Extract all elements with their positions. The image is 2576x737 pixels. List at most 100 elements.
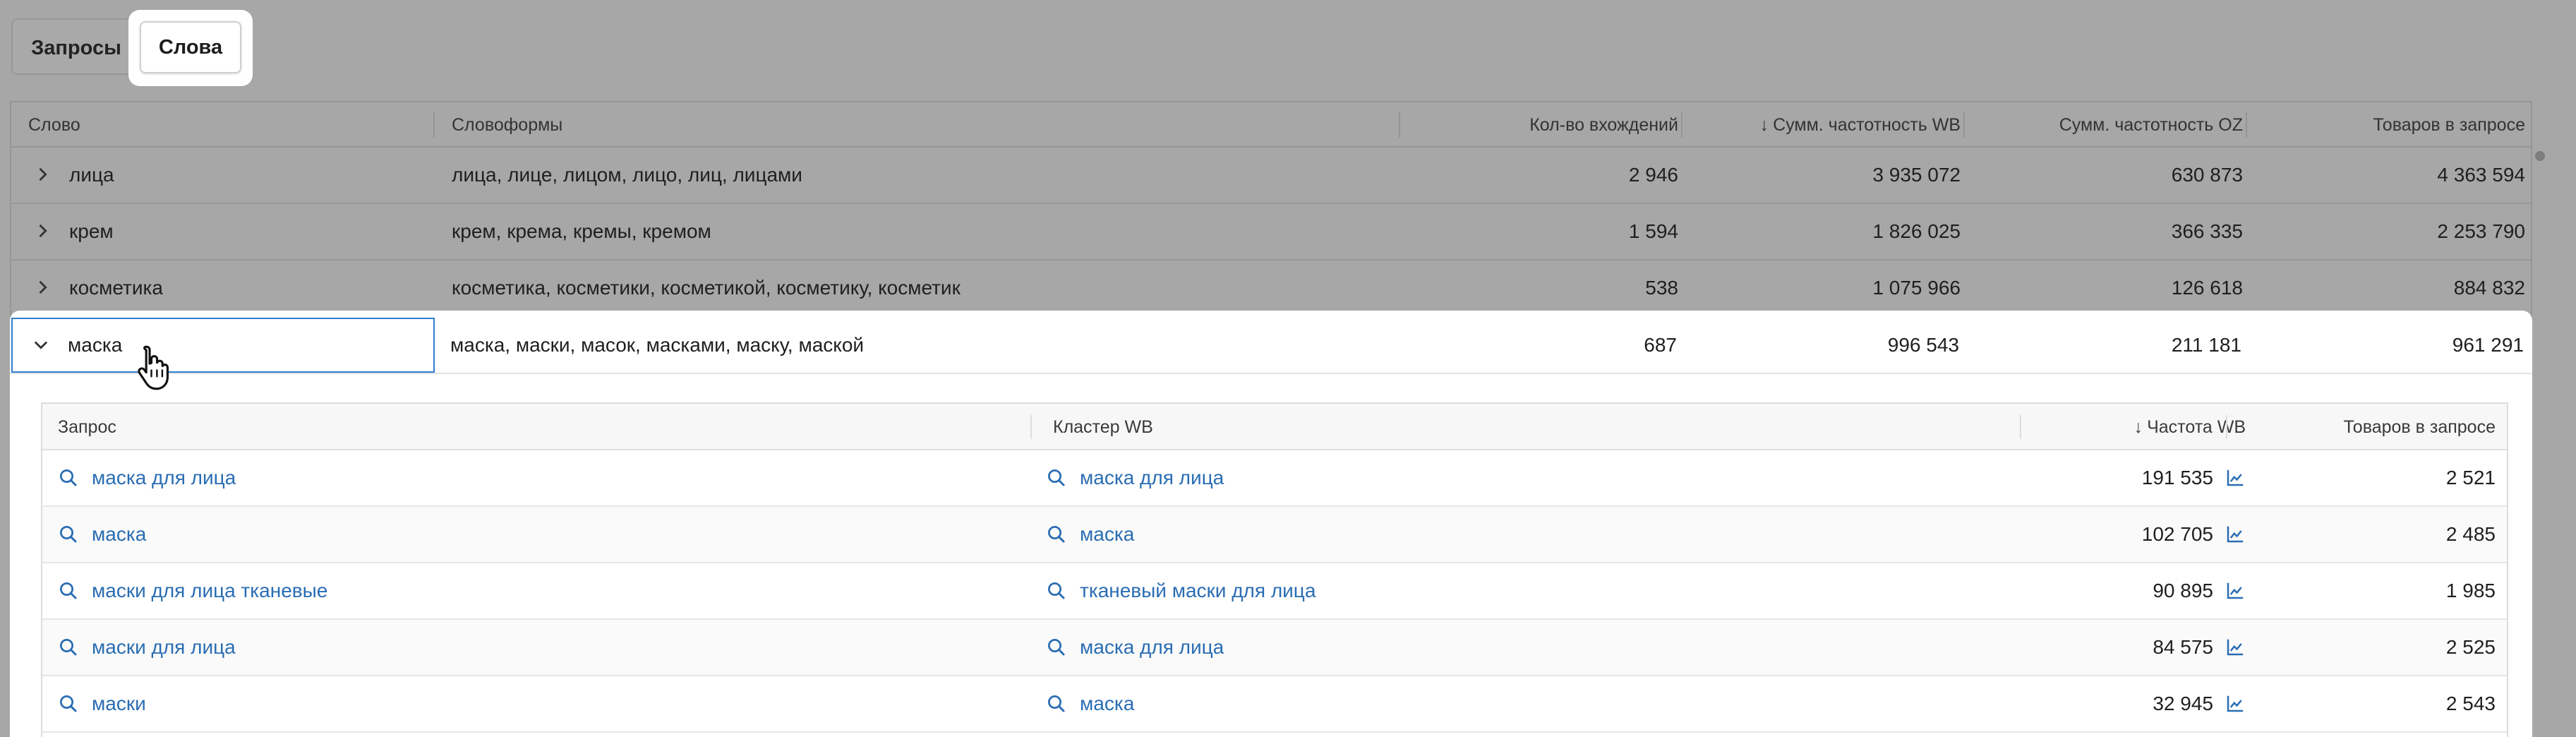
hand-cursor-icon bbox=[138, 345, 169, 390]
sort-arrow-icon: ↓ bbox=[2133, 417, 2143, 437]
col-divider[interactable] bbox=[2226, 415, 2227, 439]
query-link[interactable]: маски для лица bbox=[58, 620, 236, 675]
tab-words[interactable]: Слова bbox=[140, 21, 241, 73]
cluster-text: тканевый маски для лица bbox=[1080, 580, 1316, 601]
query-text: маска для лица bbox=[92, 467, 236, 489]
search-icon bbox=[1048, 695, 1065, 712]
col-word-label: Слово bbox=[28, 114, 80, 135]
freq-wb-value: 191 535 bbox=[2141, 467, 2213, 489]
col-goods-in-query[interactable]: Товаров в запросе bbox=[2249, 102, 2525, 148]
cluster-text: маска bbox=[1080, 693, 1135, 714]
sort-arrow-icon: ↓ bbox=[1759, 114, 1769, 135]
goods-cell: 1 985 bbox=[2445, 580, 2496, 601]
cluster-text: маска для лица bbox=[1080, 636, 1224, 658]
freq-wb-value: 90 895 bbox=[2153, 580, 2213, 601]
freq-wb-cell: 90 895 bbox=[2026, 563, 2246, 618]
col-query-label: Запрос bbox=[58, 417, 116, 437]
sum-freq-wb-cell: 996 543 bbox=[1887, 334, 1959, 356]
wordforms-cell: маска, маски, масок, масками, маску, мас… bbox=[450, 334, 865, 356]
cluster-text: маска bbox=[1080, 523, 1135, 545]
cluster-text: маска для лица bbox=[1080, 467, 1224, 489]
search-icon bbox=[1048, 582, 1065, 599]
wordforms-cell: крем, крема, кремы, кремом bbox=[452, 220, 711, 242]
col-cluster-label: Кластер WB bbox=[1053, 417, 1153, 437]
col-cluster[interactable]: Кластер WB bbox=[1053, 404, 1153, 450]
chevron-right-icon[interactable] bbox=[32, 164, 52, 184]
col-divider[interactable] bbox=[433, 112, 435, 138]
sum-freq-wb-cell: 1 075 966 bbox=[1872, 277, 1961, 299]
cluster-link[interactable]: маска bbox=[1046, 676, 1134, 731]
word-row[interactable]: крем крем, крема, кремы, кремом 1 594 1 … bbox=[11, 204, 2531, 260]
query-row: маска маска 102 705 2 485 bbox=[42, 507, 2507, 563]
search-icon bbox=[60, 695, 77, 712]
col-word[interactable]: Слово bbox=[28, 102, 423, 148]
sum-freq-oz-cell: 126 618 bbox=[2171, 277, 2243, 299]
query-text: маска bbox=[92, 523, 147, 545]
freq-wb-cell: 102 705 bbox=[2026, 507, 2246, 562]
query-link[interactable]: маски bbox=[58, 676, 146, 731]
goods-cell: 2 525 bbox=[2445, 636, 2496, 658]
sum-freq-oz-cell: 211 181 bbox=[2171, 334, 2241, 356]
search-icon bbox=[60, 582, 77, 599]
word-row-expanded[interactable]: маска маска, маски, масок, масками, маск… bbox=[10, 311, 2532, 374]
col-sum-freq-oz[interactable]: Сумм. частотность OZ bbox=[1966, 102, 2243, 148]
queries-table-header: Запрос Кластер WB ↓ Частота WB Товаров в… bbox=[42, 404, 2507, 450]
sum-freq-oz-cell: 630 873 bbox=[2171, 164, 2243, 186]
col-divider[interactable] bbox=[2020, 415, 2021, 439]
col-occurrences-label: Кол-во вхождений bbox=[1529, 114, 1678, 135]
cluster-link[interactable]: тканевый маски для лица bbox=[1046, 563, 1316, 618]
col-divider[interactable] bbox=[1963, 112, 1965, 138]
query-link[interactable]: маска для лица bbox=[58, 450, 236, 505]
word-row[interactable]: косметика косметика, косметики, косметик… bbox=[11, 260, 2531, 317]
search-icon bbox=[1048, 526, 1065, 543]
query-text: маски для лица тканевые bbox=[92, 580, 328, 601]
occurrences-cell: 2 946 bbox=[1628, 164, 1678, 186]
cluster-link[interactable]: маска bbox=[1046, 507, 1134, 562]
freq-wb-cell: 84 575 bbox=[2026, 620, 2246, 675]
scrollbar-thumb[interactable] bbox=[2535, 151, 2545, 161]
sum-freq-oz-cell: 366 335 bbox=[2171, 220, 2243, 242]
goods-cell: 961 291 bbox=[2452, 334, 2524, 356]
queries-table: Запрос Кластер WB ↓ Частота WB Товаров в… bbox=[41, 402, 2508, 737]
col-divider[interactable] bbox=[1681, 112, 1683, 138]
chevron-right-icon[interactable] bbox=[32, 277, 52, 297]
freq-wb-cell: 191 535 bbox=[2026, 450, 2246, 505]
chevron-down-icon[interactable] bbox=[31, 335, 51, 354]
query-link[interactable]: маска bbox=[58, 507, 146, 562]
word-row[interactable]: лица лица, лице, лицом, лицо, лиц, лицам… bbox=[11, 148, 2531, 204]
query-text: маски bbox=[92, 693, 146, 714]
chevron-right-icon[interactable] bbox=[32, 221, 52, 241]
query-row: маски маска 32 945 2 543 bbox=[42, 676, 2507, 733]
cluster-link[interactable]: маска для лица bbox=[1046, 450, 1224, 505]
col-divider[interactable] bbox=[2246, 112, 2247, 138]
vertical-scrollbar[interactable] bbox=[2532, 144, 2549, 313]
word-cell: крем bbox=[69, 220, 114, 242]
goods-cell: 884 832 bbox=[2453, 277, 2525, 299]
col-freq-wb[interactable]: ↓ Частота WB bbox=[2026, 404, 2246, 450]
query-row: маска для лица маска для лица 191 535 2 … bbox=[42, 450, 2507, 507]
search-icon bbox=[60, 526, 77, 543]
col-divider[interactable] bbox=[1030, 415, 1032, 439]
freq-wb-value: 102 705 bbox=[2141, 523, 2213, 545]
goods-cell: 2 543 bbox=[2445, 693, 2496, 714]
sum-freq-wb-cell: 3 935 072 bbox=[1872, 164, 1961, 186]
wordforms-cell: лица, лице, лицом, лицо, лиц, лицами bbox=[452, 164, 802, 186]
cluster-link[interactable]: маска для лица bbox=[1046, 620, 1224, 675]
words-table-header: Слово Словоформы Кол-во вхождений ↓ Сумм… bbox=[11, 102, 2531, 148]
col-divider[interactable] bbox=[1399, 112, 1400, 138]
search-icon bbox=[60, 469, 77, 486]
freq-wb-value: 32 945 bbox=[2153, 693, 2213, 714]
tab-queries[interactable]: Запросы bbox=[20, 25, 133, 71]
query-link[interactable]: маски для лица тканевые bbox=[58, 563, 327, 618]
col-query[interactable]: Запрос bbox=[58, 404, 116, 450]
occurrences-cell: 538 bbox=[1645, 277, 1678, 299]
col-occurrences[interactable]: Кол-во вхождений bbox=[1402, 102, 1678, 148]
col-goods-in-query[interactable]: Товаров в запросе bbox=[2230, 404, 2496, 450]
wordforms-cell: косметика, косметики, косметикой, космет… bbox=[452, 277, 961, 299]
col-sum-freq-wb[interactable]: ↓ Сумм. частотность WB bbox=[1684, 102, 1961, 148]
col-wordforms[interactable]: Словоформы bbox=[452, 102, 1397, 148]
col-goods-in-query-label: Товаров в запросе bbox=[2373, 114, 2525, 135]
goods-cell: 4 363 594 bbox=[2437, 164, 2525, 186]
word-cell: маска bbox=[68, 334, 123, 356]
search-icon bbox=[60, 639, 77, 656]
